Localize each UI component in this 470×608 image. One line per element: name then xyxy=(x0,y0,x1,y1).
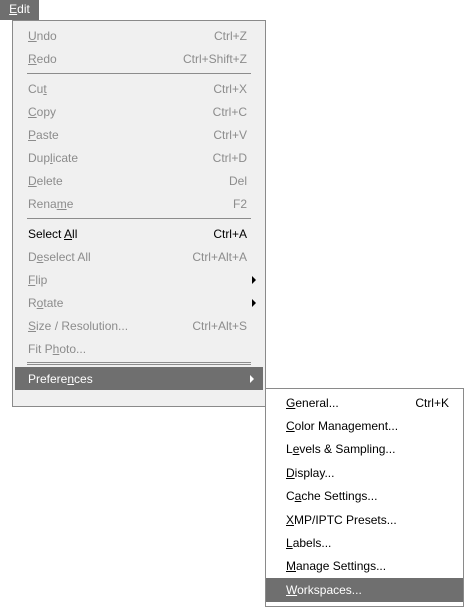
menu-item-label: Cut xyxy=(28,81,47,96)
menu-item-fit-photo[interactable]: Fit Photo... xyxy=(13,337,265,360)
menu-item-label: Select All xyxy=(28,226,78,241)
menu-item-label: Redo xyxy=(28,51,57,66)
menu-item-duplicate[interactable]: Duplicate Ctrl+D xyxy=(13,146,265,169)
menu-item-labels[interactable]: Labels... xyxy=(266,531,463,554)
menu-item-general[interactable]: General... Ctrl+K xyxy=(266,391,463,414)
menu-item-label: Workspaces... xyxy=(286,582,362,597)
menubar-edit-label: Edit xyxy=(9,2,30,16)
menu-item-label: Rename xyxy=(28,196,74,211)
menu-item-cache-settings[interactable]: Cache Settings... xyxy=(266,485,463,508)
menu-item-xmp-iptc-presets[interactable]: XMP/IPTC Presets... xyxy=(266,508,463,531)
menu-item-label: Undo xyxy=(28,28,57,43)
menu-item-copy[interactable]: Copy Ctrl+C xyxy=(13,100,265,123)
menu-item-undo[interactable]: Undo Ctrl+Z xyxy=(13,24,265,47)
menu-item-levels-sampling[interactable]: Levels & Sampling... xyxy=(266,438,463,461)
menu-item-label: Duplicate xyxy=(28,150,79,165)
menu-item-display[interactable]: Display... xyxy=(266,461,463,484)
menu-item-paste[interactable]: Paste Ctrl+V xyxy=(13,123,265,146)
menubar-edit[interactable]: Edit xyxy=(0,0,39,20)
menu-item-rotate[interactable]: Rotate xyxy=(13,291,265,314)
menu-item-label: XMP/IPTC Presets... xyxy=(286,512,397,527)
menu-item-label: Flip xyxy=(28,272,48,287)
menu-item-label: Fit Photo... xyxy=(28,341,87,356)
menu-item-shortcut: Ctrl+Alt+A xyxy=(192,249,247,264)
menu-item-label: Delete xyxy=(28,173,63,188)
menu-item-delete[interactable]: Delete Del xyxy=(13,169,265,192)
menu-item-shortcut: F2 xyxy=(232,196,247,211)
menu-item-label: General... xyxy=(286,395,339,410)
submenu-arrow-icon xyxy=(252,299,256,307)
menu-item-preferences[interactable]: Preferences xyxy=(15,367,263,390)
menu-item-shortcut: Ctrl+V xyxy=(213,127,247,142)
menu-item-size-resolution[interactable]: Size / Resolution... Ctrl+Alt+S xyxy=(13,314,265,337)
menu-separator xyxy=(27,73,251,74)
menu-item-label: Paste xyxy=(28,127,59,142)
menu-item-label: Manage Settings... xyxy=(286,559,387,574)
submenu-arrow-icon xyxy=(250,375,254,383)
menu-item-shortcut: Ctrl+A xyxy=(213,226,247,241)
menu-item-redo[interactable]: Redo Ctrl+Shift+Z xyxy=(13,47,265,70)
menu-item-shortcut: Ctrl+K xyxy=(415,395,449,410)
menu-item-shortcut: Ctrl+Z xyxy=(214,28,247,43)
menu-separator xyxy=(27,362,251,365)
menu-item-label: Rotate xyxy=(28,295,64,310)
menu-item-label: Levels & Sampling... xyxy=(286,442,396,457)
menu-item-label: Color Management... xyxy=(286,419,399,434)
edit-menu: Undo Ctrl+Z Redo Ctrl+Shift+Z Cut Ctrl+X… xyxy=(12,20,266,407)
menu-item-cut[interactable]: Cut Ctrl+X xyxy=(13,77,265,100)
menu-item-select-all[interactable]: Select All Ctrl+A xyxy=(13,222,265,245)
menu-item-rename[interactable]: Rename F2 xyxy=(13,192,265,215)
menu-item-shortcut: Del xyxy=(228,173,247,188)
menu-item-label: Cache Settings... xyxy=(286,489,378,504)
menu-item-shortcut: Ctrl+Shift+Z xyxy=(182,51,247,66)
menu-item-label: Display... xyxy=(286,465,335,480)
menu-item-shortcut: Ctrl+C xyxy=(212,104,247,119)
menu-item-shortcut: Ctrl+D xyxy=(212,150,247,165)
menu-item-label: Copy xyxy=(28,104,57,119)
menu-item-label: Preferences xyxy=(28,371,93,386)
menu-item-color-management[interactable]: Color Management... xyxy=(266,414,463,437)
submenu-arrow-icon xyxy=(252,276,256,284)
menu-item-label: Size / Resolution... xyxy=(28,318,129,333)
preferences-submenu: General... Ctrl+K Color Management... Le… xyxy=(265,388,464,607)
menu-item-shortcut: Ctrl+X xyxy=(213,81,247,96)
menu-item-flip[interactable]: Flip xyxy=(13,268,265,291)
menu-item-label: Labels... xyxy=(286,536,332,551)
menu-item-label: Deselect All xyxy=(28,249,91,264)
menu-item-deselect-all[interactable]: Deselect All Ctrl+Alt+A xyxy=(13,245,265,268)
menu-item-manage-settings[interactable]: Manage Settings... xyxy=(266,555,463,578)
menu-item-shortcut: Ctrl+Alt+S xyxy=(192,318,247,333)
menu-item-workspaces[interactable]: Workspaces... xyxy=(266,578,463,602)
menu-separator xyxy=(27,218,251,219)
